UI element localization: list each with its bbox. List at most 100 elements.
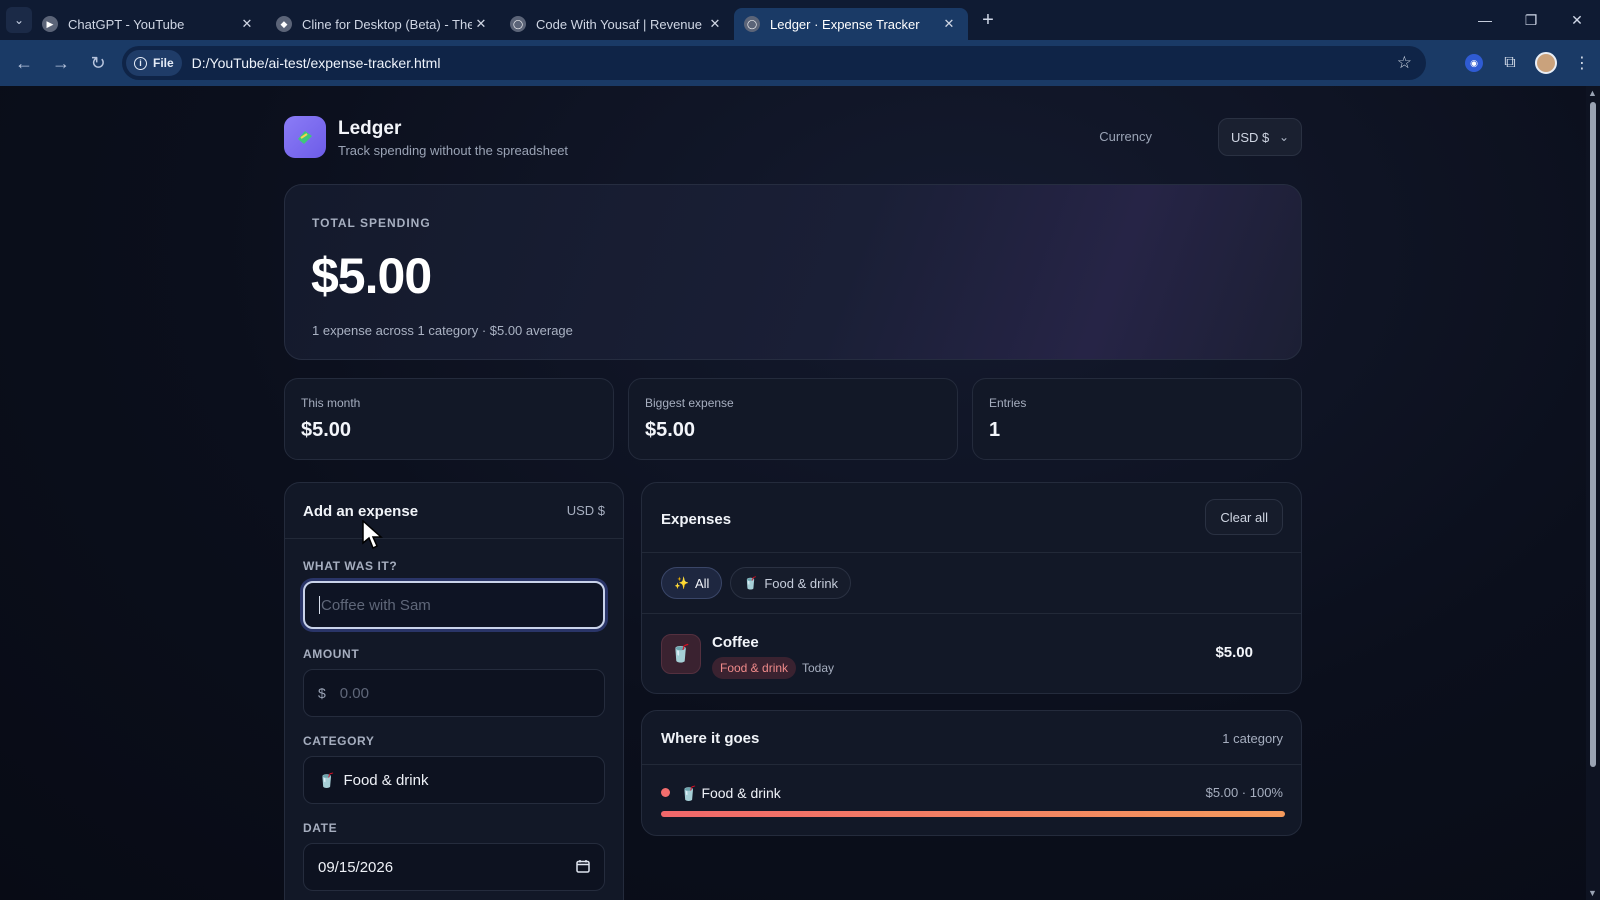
text-caret	[319, 596, 320, 614]
breakdown-bar-fill	[661, 811, 1285, 817]
ledger-logo-icon	[284, 116, 326, 158]
what-label: WHAT WAS IT?	[303, 559, 398, 573]
breakdown-title: Where it goes	[661, 730, 760, 747]
stat-value: $5.00	[645, 419, 696, 441]
sparkle-icon: ✨	[674, 576, 689, 590]
drink-icon: 🥤	[661, 634, 701, 674]
close-window-icon[interactable]: ✕	[1554, 0, 1600, 40]
tab-title: ChatGPT - YouTube	[68, 16, 185, 32]
expense-date: Today	[802, 661, 835, 675]
cline-favicon-icon: ◆	[276, 16, 292, 32]
scrollbar-thumb[interactable]	[1590, 102, 1596, 767]
extensions-puzzle-icon[interactable]: ⧉	[1492, 45, 1528, 81]
expense-category-badge: Food & drink	[712, 657, 797, 679]
category-filters: ✨ All 🥤 Food & drink	[661, 567, 852, 599]
new-tab-button[interactable]: +	[974, 6, 1002, 34]
close-icon[interactable]: ✕	[940, 16, 958, 32]
restore-icon[interactable]: ❐	[1508, 0, 1554, 40]
date-value: 09/15/2026	[318, 858, 394, 876]
toolbar-actions: ◉ ⧉ ⋮	[1456, 45, 1600, 81]
category-select[interactable]: 🥤 Food & drink	[303, 756, 605, 804]
site-info-chip[interactable]: i File	[126, 50, 182, 76]
add-expense-form: Add an expense USD $ WHAT WAS IT? Coffee…	[284, 482, 624, 900]
breakdown-card: Where it goes 1 category 🥤 Food & drink $…	[641, 710, 1302, 836]
breakdown-header: Where it goes 1 category	[642, 711, 1301, 765]
amount-label: AMOUNT	[303, 647, 360, 661]
filter-chip-all[interactable]: ✨ All	[661, 567, 723, 599]
stat-value: $5.00	[301, 419, 352, 441]
tab-title: Code With Yousaf | Revenue & C	[536, 16, 706, 32]
filter-chip-food-drink[interactable]: 🥤 Food & drink	[730, 567, 852, 599]
date-input[interactable]: 09/15/2026	[303, 843, 605, 891]
more-menu-icon[interactable]: ⋮	[1564, 45, 1600, 81]
form-header: Add an expense USD $	[285, 483, 623, 539]
stat-label: Entries	[989, 396, 1027, 410]
stat-card-biggest-expense: Biggest expense $5.00	[628, 378, 958, 460]
close-icon[interactable]: ✕	[238, 16, 256, 32]
page-viewport: Ledger Track spending without the spread…	[0, 86, 1600, 900]
category-color-dot	[661, 788, 670, 797]
expenses-card: Expenses Clear all ✨ All 🥤 Food & drink …	[641, 482, 1302, 694]
form-currency: USD $	[566, 503, 605, 518]
total-spending-subtitle: 1 expense across 1 category · $5.00 aver…	[312, 323, 573, 338]
breakdown-amount: $5.00 · 100%	[1205, 785, 1283, 800]
form-title: Add an expense	[303, 503, 419, 520]
chevron-down-icon: ⌄	[1278, 130, 1289, 144]
site-info-label: File	[153, 56, 174, 70]
stat-value: 1	[989, 419, 1001, 441]
expense-row[interactable]: 🥤 Coffee Food & drink Today $5.00	[642, 613, 1301, 693]
calendar-icon[interactable]	[576, 859, 590, 876]
description-input[interactable]: Coffee with Sam	[303, 581, 605, 629]
browser-tab[interactable]: ◯ Code With Yousaf | Revenue & C ✕	[500, 8, 734, 40]
amount-placeholder: 0.00	[339, 684, 369, 702]
browser-tab-active[interactable]: ◯ Ledger · Expense Tracker ✕	[734, 8, 968, 40]
browser-tab[interactable]: ◆ Cline for Desktop (Beta) - The C ✕	[266, 8, 500, 40]
info-icon: i	[134, 56, 147, 70]
scroll-down-icon[interactable]: ▼	[1588, 888, 1597, 898]
bookmark-star-icon[interactable]: ☆	[1397, 53, 1412, 73]
amount-input[interactable]: $ 0.00	[303, 669, 605, 717]
window-controls: — ❐ ✕	[1462, 0, 1600, 40]
address-bar[interactable]: i File D:/YouTube/ai-test/expense-tracke…	[122, 46, 1426, 80]
category-value: Food & drink	[343, 771, 429, 789]
scroll-up-icon[interactable]: ▲	[1588, 88, 1597, 98]
total-spending-label: TOTAL SPENDING	[312, 216, 431, 230]
breakdown-category-name: Food & drink	[701, 785, 781, 801]
category-label: CATEGORY	[303, 734, 375, 748]
globe-favicon-icon: ◯	[510, 16, 526, 32]
close-icon[interactable]: ✕	[706, 16, 724, 32]
tab-search-button[interactable]: ⌄	[6, 7, 32, 33]
drink-icon: 🥤	[318, 771, 336, 788]
browser-tab[interactable]: ▶ ChatGPT - YouTube ✕	[32, 8, 266, 40]
stat-label: This month	[301, 396, 361, 410]
minimize-icon[interactable]: —	[1462, 0, 1508, 40]
drink-icon: 🥤	[680, 785, 698, 801]
breakdown-count: 1 category	[1222, 731, 1283, 746]
extension-icon[interactable]: ◉	[1465, 54, 1483, 72]
stat-card-entries: Entries 1	[972, 378, 1302, 460]
expenses-header: Expenses Clear all	[642, 483, 1301, 553]
expense-amount: $5.00	[1215, 644, 1253, 661]
browser-tab-bar: ⌄ ▶ ChatGPT - YouTube ✕ ◆ Cline for Desk…	[0, 0, 1600, 40]
currency-select[interactable]: USD $ ⌄	[1218, 118, 1302, 156]
url-text[interactable]: D:/YouTube/ai-test/expense-tracker.html	[192, 55, 441, 71]
close-icon[interactable]: ✕	[472, 16, 490, 32]
currency-label: Currency	[1099, 129, 1152, 144]
currency-prefix: $	[318, 685, 326, 701]
tab-title: Cline for Desktop (Beta) - The C	[302, 16, 472, 32]
forward-arrow-icon[interactable]: →	[43, 45, 79, 81]
drink-icon: 🥤	[743, 576, 759, 590]
clear-all-button[interactable]: Clear all	[1205, 499, 1283, 535]
page-scrollbar[interactable]: ▲ ▼	[1586, 86, 1600, 900]
total-spending-value: $5.00	[311, 248, 432, 304]
filter-label: All	[694, 575, 710, 591]
expense-name: Coffee	[712, 634, 759, 651]
browser-toolbar: ← → ↻ i File D:/YouTube/ai-test/expense-…	[0, 40, 1600, 86]
app-header: Ledger Track spending without the spread…	[284, 116, 1302, 160]
expenses-title: Expenses	[661, 511, 732, 528]
profile-avatar[interactable]	[1535, 52, 1557, 74]
total-spending-card: TOTAL SPENDING $5.00 1 expense across 1 …	[284, 184, 1302, 360]
back-arrow-icon[interactable]: ←	[6, 45, 42, 81]
date-label: DATE	[303, 821, 338, 835]
reload-icon[interactable]: ↻	[80, 45, 116, 81]
